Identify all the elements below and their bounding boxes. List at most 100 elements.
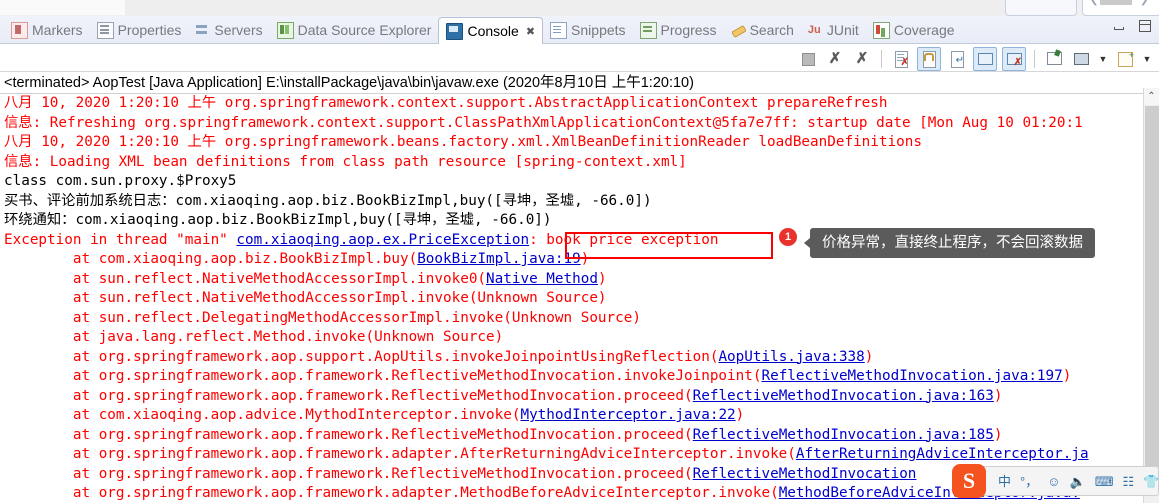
console-text: at org.springframework.aop.support.AopUt… [4,348,719,365]
tab-junit[interactable]: Ju JUnit [801,17,866,43]
display-selected-console-button[interactable] [1070,48,1092,70]
scroll-up-arrow-icon[interactable]: ⌃ [1144,88,1159,105]
stack-trace-link[interactable]: MythodInterceptor.java:22 [520,407,735,423]
editor-area-bottom-edge: ❮ ❯ [0,0,1159,17]
tab-coverage[interactable]: Coverage [866,17,962,43]
stack-trace-link[interactable]: AfterReturningAdviceInterceptor.ja [796,446,1089,462]
tab-servers[interactable]: Servers [188,17,269,43]
word-wrap-button[interactable]: ↵ [946,48,968,70]
stack-trace-link[interactable]: ReflectiveMethodInvocation [693,466,917,482]
tab-label: Search [749,22,794,38]
launch-configuration-header: <terminated> AopTest [Java Application] … [0,72,1159,94]
stack-trace-link[interactable]: ReflectiveMethodInvocation.java:197 [761,368,1062,384]
stack-trace-link[interactable]: BookBizImpl.java:19 [417,251,581,267]
ime-voice-icon[interactable]: 🔈 [1070,475,1086,488]
remove-launch-button[interactable]: ✗ [824,48,846,70]
console-text: 信息: Loading XML bean definitions from cl… [4,153,687,170]
tab-progress[interactable]: Progress [633,17,724,43]
open-console-dropdown[interactable]: ▼ [1141,48,1153,70]
open-console-button[interactable] [1114,48,1136,70]
double-cross-icon: ✗ [855,50,869,67]
console-line: 信息: Refreshing org.springframework.conte… [4,114,1143,134]
sogou-logo-icon[interactable]: S [952,464,986,498]
clear-console-button[interactable]: ✗ [890,48,912,70]
tab-snippets[interactable]: Snippets [543,17,632,43]
console-text: class com.sun.proxy.$Proxy5 [4,173,237,189]
view-tab-bar: Markers Properties Servers Data Source E… [0,16,1159,45]
stack-trace-link[interactable]: com.xiaoqing.aop.ex.PriceException [236,232,529,248]
maximize-icon[interactable] [1139,20,1151,32]
red-x-icon: ✗ [1013,57,1022,68]
tab-markers[interactable]: Markers [4,17,90,43]
properties-icon [96,21,114,39]
console-line: at sun.reflect.NativeMethodAccessorImpl.… [4,289,1143,309]
console-text: 信息: Refreshing org.springframework.conte… [4,114,1083,131]
minimize-icon[interactable] [1113,20,1125,32]
console-text: at org.springframework.aop.framework.Ref… [4,465,693,482]
red-x-icon: ✗ [900,57,909,68]
console-text: at org.springframework.aop.framework.Ref… [4,387,693,404]
stack-trace-link[interactable]: ReflectiveMethodInvocation.java:163 [693,388,994,404]
ime-emoji-icon[interactable]: ☺ [1047,475,1060,488]
console-text: ) [735,407,745,423]
console-line: 八月 10, 2020 1:20:10 上午 org.springframewo… [4,94,1143,114]
console-text: 八月 10, 2020 1:20:10 上午 org.springframewo… [4,95,888,111]
console-text: Exception in thread "main" [4,231,237,248]
console-text: ) [864,348,874,365]
console-text: ) [993,387,1003,404]
tab-search[interactable]: Search [724,17,801,43]
console-text: 八月 10, 2020 1:20:10 上午 org.springframewo… [4,134,922,150]
tab-label: JUnit [826,22,859,38]
pin-icon [1047,52,1062,65]
console-vertical-scrollbar[interactable]: ⌃ [1143,88,1159,503]
console-line: at org.springframework.aop.framework.Ref… [4,367,1143,387]
ime-toolbox-icon[interactable]: ☷ [1122,475,1134,488]
console-text: at org.springframework.aop.framework.Ref… [4,368,762,384]
pin-console-button[interactable] [1043,48,1065,70]
console-line: at java.lang.reflect.Method.invoke(Unkno… [4,328,1143,348]
console-text: at org.springframework.aop.framework.Ref… [4,426,693,443]
console-line: at sun.reflect.DelegatingMethodAccessorI… [4,309,1143,329]
view-window-controls [1113,20,1151,32]
console-text: at sun.reflect.NativeMethodAccessorImpl.… [4,270,487,287]
stack-trace-link[interactable]: ReflectiveMethodInvocation.java:185 [693,427,994,443]
snippets-icon [550,21,568,39]
search-icon [731,23,746,38]
console-text: at sun.reflect.NativeMethodAccessorImpl.… [4,290,607,306]
monitor-icon [1074,53,1089,65]
ime-skin-icon[interactable]: 👕 [1143,475,1159,488]
progress-icon [639,21,657,39]
tab-console[interactable]: Console ✖ [438,16,544,45]
ime-punctuation-toggle[interactable]: °， [1020,475,1038,488]
show-console-on-output-button[interactable] [973,47,997,71]
console-text: at org.springframework.aop.framework.ada… [4,485,779,501]
ime-keyboard-icon[interactable]: ⌨ [1095,475,1114,488]
scroll-lock-button[interactable] [917,47,941,71]
console-line: at sun.reflect.NativeMethodAccessorImpl.… [4,270,1143,290]
console-text: 环绕通知：com.xiaoqing.aop.biz.BookBizImpl,bu… [4,212,552,228]
close-icon[interactable]: ✖ [526,25,535,38]
cross-icon: ✗ [828,50,842,67]
console-text: at java.lang.reflect.Method.invoke(Unkno… [4,329,504,345]
editor-sliver-left [0,0,125,15]
tab-data-source-explorer[interactable]: Data Source Explorer [270,17,439,43]
stack-trace-link[interactable]: AopUtils.java:338 [718,349,864,365]
tab-label: Servers [214,22,263,38]
remove-all-launches-button[interactable]: ✗ [851,48,873,70]
terminate-button[interactable] [797,48,819,70]
stack-trace-link[interactable]: Native Method [486,271,598,287]
chevron-right-icon: ❯ [1140,0,1149,6]
sogou-ime-toolbar[interactable]: S 中 °， ☺ 🔈 ⌨ ☷ 👕 [952,464,1159,498]
console-line: at com.xiaoqing.aop.advice.MythodInterce… [4,406,1143,426]
tab-label: Markers [32,22,83,38]
show-console-on-error-button[interactable]: ✗ [1002,47,1026,71]
markers-icon [11,21,28,39]
display-console-dropdown[interactable]: ▼ [1097,48,1109,70]
tab-properties[interactable]: Properties [90,17,189,43]
tab-label: Snippets [571,22,626,38]
console-text: at com.xiaoqing.aop.advice.MythodInterce… [4,407,521,423]
ime-language-toggle[interactable]: 中 [998,475,1011,488]
console-output[interactable]: 八月 10, 2020 1:20:10 上午 org.springframewo… [0,94,1143,503]
scrollbar-thumb[interactable] [1145,106,1159,481]
console-text: at sun.reflect.DelegatingMethodAccessorI… [4,309,641,326]
